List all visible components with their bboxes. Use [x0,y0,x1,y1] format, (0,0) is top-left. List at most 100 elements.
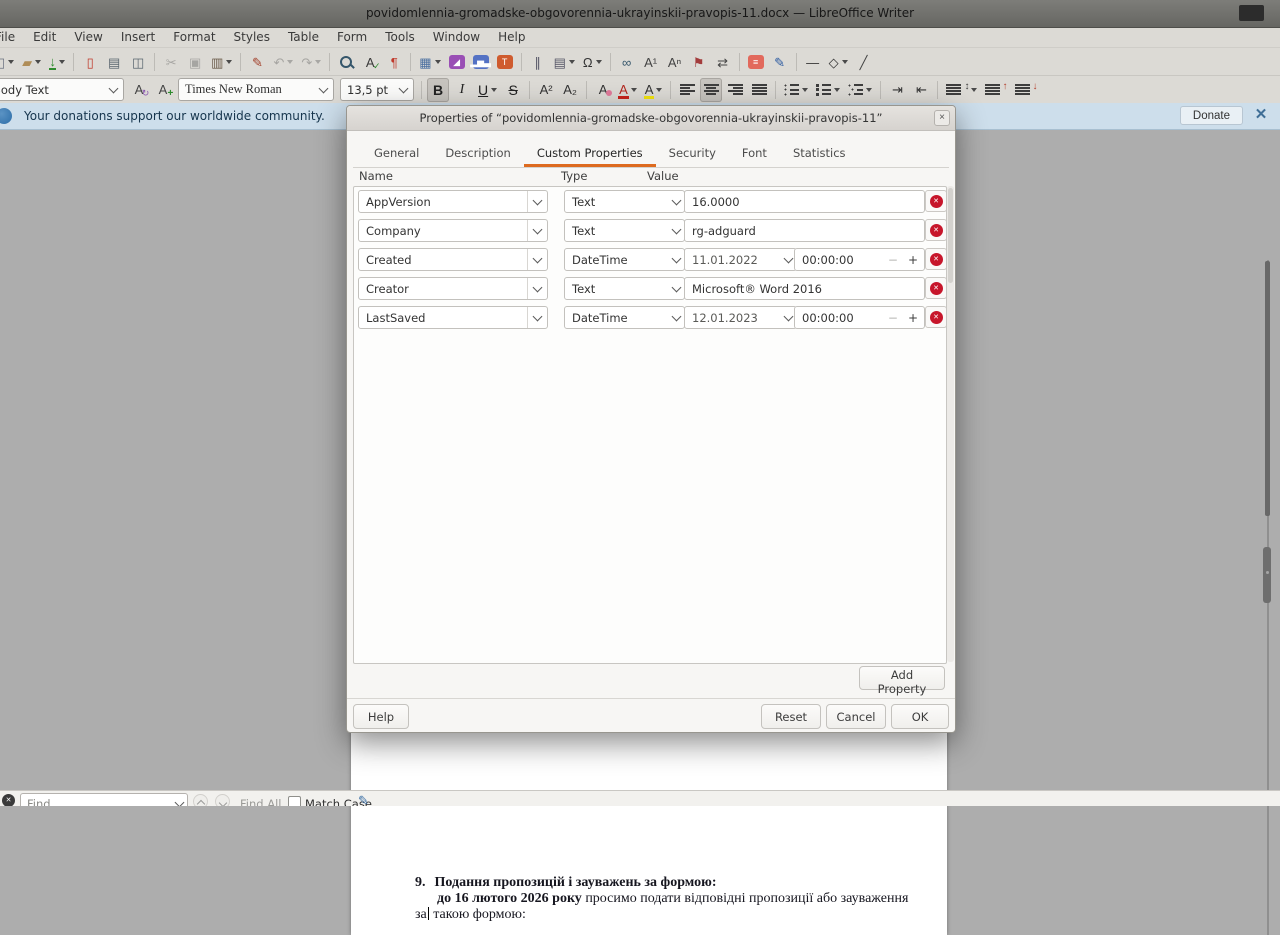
ok-button[interactable]: OK [891,704,949,729]
open-dropdown-arrow[interactable] [35,60,41,64]
new-document-dropdown-arrow[interactable] [8,60,14,64]
property-type-dropdown[interactable]: DateTime [564,306,685,329]
property-type-dropdown[interactable]: DateTime [564,248,685,271]
chevron-down-icon[interactable] [527,191,547,212]
open-button[interactable]: ▰ [19,50,44,74]
menu-insert[interactable]: Insert [112,28,164,47]
find-and-replace-dialog-icon[interactable]: ✎ [358,794,369,806]
paste-button[interactable]: ▥ [208,50,235,74]
property-name-combo[interactable]: Created [358,248,548,271]
menu-form[interactable]: Form [328,28,376,47]
italic-button[interactable]: I [451,78,473,102]
undo-dropdown-arrow[interactable] [287,60,293,64]
spelling-button[interactable]: A [359,50,381,74]
property-time-spinner[interactable]: 00:00:00−+ [794,306,925,329]
reset-button[interactable]: Reset [761,704,821,729]
decrease-indent-button[interactable]: ⇤ [910,78,932,102]
property-date-dropdown[interactable]: 12.01.2023 [684,306,797,329]
basic-shapes-button[interactable]: ◇ [826,50,851,74]
formatting-marks-button[interactable]: ¶ [383,50,405,74]
clear-direct-formatting-button[interactable]: A [592,78,614,102]
chevron-down-icon[interactable] [527,249,547,270]
save-button[interactable]: ↓ [46,50,68,74]
print-preview-button[interactable]: ◫ [127,50,149,74]
bullet-list-dropdown-arrow[interactable] [802,88,808,92]
insert-field-button[interactable]: ▤ [551,50,578,74]
chevron-down-icon[interactable] [527,307,547,328]
remove-property-button[interactable]: ✕ [925,248,947,270]
find-close-icon[interactable]: ✕ [2,794,15,806]
insert-bookmark-button[interactable]: ⚑ [688,50,710,74]
strikethrough-button[interactable]: S [502,78,524,102]
chevron-down-icon[interactable] [527,220,547,241]
property-name-combo[interactable]: Company [358,219,548,242]
numbered-list-dropdown-arrow[interactable] [834,88,840,92]
insert-text-box-button[interactable]: T [494,50,516,74]
tab-description[interactable]: Description [432,140,524,167]
tab-font[interactable]: Font [729,140,780,167]
menu-edit[interactable]: Edit [24,28,65,47]
chevron-down-icon[interactable] [395,79,411,100]
tab-custom-properties[interactable]: Custom Properties [524,140,656,167]
redo-dropdown-arrow[interactable] [315,60,321,64]
save-dropdown-arrow[interactable] [59,60,65,64]
font-color-button[interactable]: A [616,78,640,102]
highlight-color-dropdown-arrow[interactable] [656,88,662,92]
bold-button[interactable]: B [427,78,449,102]
property-time-spinner[interactable]: 00:00:00−+ [794,248,925,271]
align-center-button[interactable] [700,78,722,102]
tab-general[interactable]: General [361,140,432,167]
para-space-increase-button[interactable] [982,78,1010,102]
bullet-list-button[interactable] [781,78,811,102]
remove-property-button[interactable]: ✕ [925,219,947,241]
find-and-replace-button[interactable] [335,50,357,74]
font-name-combo[interactable]: Times New Roman [178,78,334,101]
insert-cross-reference-button[interactable]: ⇄ [712,50,734,74]
menu-format[interactable]: Format [164,28,224,47]
chevron-down-icon[interactable] [171,794,187,806]
superscript-button[interactable]: A² [535,78,557,102]
insert-footnote-button[interactable]: A¹ [640,50,662,74]
line-spacing-button[interactable] [943,78,980,102]
align-left-button[interactable] [676,78,698,102]
increase-indent-button[interactable]: ⇥ [886,78,908,102]
font-color-dropdown-arrow[interactable] [631,88,637,92]
line-spacing-dropdown-arrow[interactable] [971,88,977,92]
insert-table-button[interactable]: ▦ [416,50,443,74]
underline-button[interactable]: U [475,78,500,102]
chevron-down-icon[interactable] [668,307,684,328]
numbered-list-button[interactable] [813,78,843,102]
chevron-down-icon[interactable] [668,220,684,241]
remove-property-button[interactable]: ✕ [925,306,947,328]
horizontal-line-button[interactable]: — [802,50,824,74]
cancel-button[interactable]: Cancel [826,704,886,729]
insert-endnote-button[interactable]: Aⁿ [664,50,686,74]
property-value-field[interactable]: Microsoft® Word 2016 [684,277,925,300]
clone-formatting-button[interactable]: ✎ [246,50,268,74]
property-date-dropdown[interactable]: 11.01.2022 [684,248,797,271]
vertical-scrollbar-thumb-upper[interactable] [1265,261,1270,516]
para-space-decrease-button[interactable] [1012,78,1040,102]
property-type-dropdown[interactable]: Text [564,219,685,242]
time-increment-button[interactable]: + [908,311,918,325]
chevron-down-icon[interactable] [315,79,331,100]
print-button[interactable]: ▤ [103,50,125,74]
add-property-button[interactable]: Add Property [859,666,945,690]
dialog-close-icon[interactable]: × [934,110,950,126]
insert-hyperlink-button[interactable]: ∞ [616,50,638,74]
insert-page-break-button[interactable]: ∥ [527,50,549,74]
tab-security[interactable]: Security [656,140,729,167]
insert-chart-button[interactable]: ▂▅▃ [470,50,492,74]
chevron-down-icon[interactable] [668,191,684,212]
update-style-button[interactable]: A [128,78,150,102]
outline-list-button[interactable] [845,78,875,102]
insert-table-dropdown-arrow[interactable] [435,60,441,64]
remove-property-button[interactable]: ✕ [925,277,947,299]
property-type-dropdown[interactable]: Text [564,277,685,300]
insert-comment-button[interactable]: ≡ [745,50,767,74]
menu-tools[interactable]: Tools [376,28,424,47]
menu-window[interactable]: Window [424,28,489,47]
property-value-field[interactable]: 16.0000 [684,190,925,213]
property-value-field[interactable]: rg-adguard [684,219,925,242]
property-name-combo[interactable]: LastSaved [358,306,548,329]
